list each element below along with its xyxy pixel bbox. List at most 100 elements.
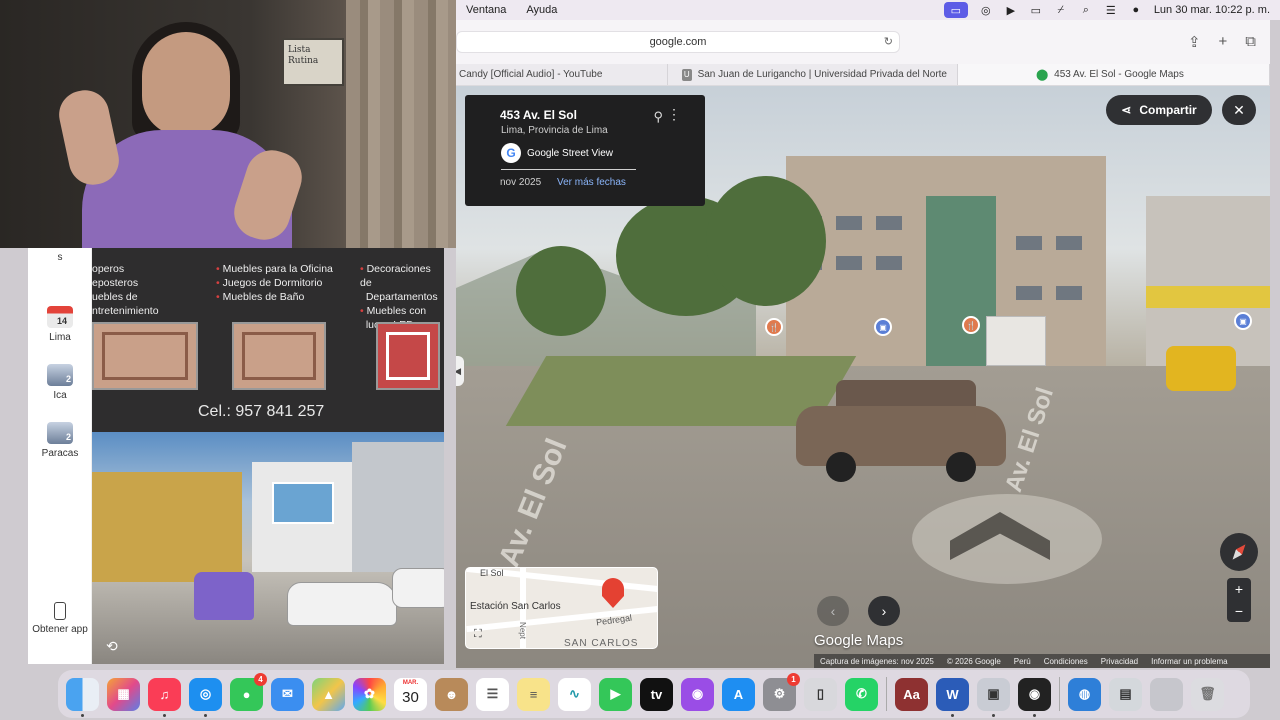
system-settings-icon[interactable]: ⚙ 1 — [763, 672, 800, 711]
iphone-mirroring-icon[interactable]: ▯ — [804, 677, 837, 711]
shop-poi-icon[interactable]: ▣ — [1234, 312, 1252, 330]
capture-info: Captura de imágenes: nov 2025 — [820, 656, 934, 666]
restaurant-poi-icon[interactable]: 🍴 — [765, 318, 783, 336]
menu-ayuda[interactable]: Ayuda — [516, 4, 567, 16]
preview-icon[interactable]: ▣ — [977, 677, 1010, 717]
phone-icon — [54, 602, 66, 620]
poster-column-2: • Muebles para la Oficina • Juegos de Do… — [216, 263, 333, 303]
search-icon[interactable]: ⌕ — [1079, 4, 1093, 16]
screen-share-icon[interactable]: ▭ — [943, 2, 968, 18]
reminders-icon[interactable]: ☰ — [476, 677, 509, 711]
music-icon[interactable]: ♫ — [148, 677, 181, 717]
zoom-control: + − — [1227, 578, 1251, 622]
contacts-icon[interactable]: ☻ — [435, 677, 468, 711]
control-center-icon[interactable]: ☰ — [1104, 4, 1118, 17]
move-forward-arrow[interactable] — [912, 494, 1102, 584]
downloads-stack-icon[interactable]: ▤ — [1109, 677, 1142, 711]
close-button[interactable]: ✕ — [1222, 95, 1256, 125]
expand-map-icon[interactable]: ⛶ — [474, 628, 482, 641]
mail-icon[interactable]: ✉ — [271, 677, 304, 711]
photos-icon[interactable]: ✿ — [353, 677, 386, 711]
dictionary-icon[interactable]: Aa — [895, 677, 928, 711]
previous-button[interactable]: ‹ — [817, 596, 849, 626]
menubar: Ventana Ayuda ▭ ◎ ▶ ▭ ⌿ ⌕ ☰ ● Lun 30 mar… — [456, 0, 1280, 20]
stage-manager-icon[interactable]: ◎ — [979, 4, 993, 17]
maps-icon[interactable]: ▲ — [312, 677, 345, 711]
street-view-canvas[interactable]: Av. El Sol Av. El Sol 🍴 ▣ 🍴 ▣ ◀ 453 Av. … — [456, 86, 1270, 668]
more-dates-link[interactable]: Ver más fechas — [557, 177, 626, 188]
sidebar-item-lima[interactable]: 14 Lima — [28, 306, 92, 343]
share-label: Compartir — [1139, 103, 1197, 117]
menubar-clock[interactable]: Lun 30 mar. 10:22 p. m. — [1154, 4, 1270, 16]
next-button[interactable]: › — [868, 596, 900, 626]
whatsapp-icon[interactable]: ✆ — [845, 677, 878, 711]
zoom-in-button[interactable]: + — [1235, 581, 1243, 597]
bus-poi-icon[interactable]: ▣ — [874, 318, 892, 336]
podcasts-icon[interactable]: ◉ — [681, 677, 714, 711]
tab-google-maps[interactable]: ⬤ 453 Av. El Sol - Google Maps — [958, 64, 1270, 85]
old-car — [796, 376, 1006, 486]
menu-ventana[interactable]: Ventana — [456, 4, 516, 16]
get-app-button[interactable]: Obtener app — [28, 602, 92, 635]
sidebar-item-paracas[interactable]: 2 Paracas — [28, 422, 92, 459]
share-button[interactable]: ⋖ Compartir — [1106, 95, 1212, 125]
copyright: © 2026 Google — [946, 656, 1001, 666]
sidebar-item-ica[interactable]: 2 Ica — [28, 364, 92, 401]
compass-icon[interactable] — [1220, 533, 1258, 571]
calendar-icon: 14 — [47, 306, 73, 328]
dock: ▦ ♫ ◎ ● 4 ✉ ▲ ✿ MAR. 30 ☻ ☰ ≡ ∿ ▶ tv ◉ A … — [58, 670, 1250, 718]
safari-icon[interactable]: ◎ — [189, 677, 222, 717]
calendar-icon[interactable]: MAR. 30 — [394, 677, 427, 711]
obs-icon[interactable]: ◉ — [1018, 677, 1051, 717]
apple-tv-icon[interactable]: tv — [640, 677, 673, 711]
tab-youtube[interactable]: Candy [Official Audio] - YouTube — [456, 64, 668, 85]
privacy-link[interactable]: Privacidad — [1101, 657, 1138, 666]
terms-link[interactable]: Condiciones — [1044, 657, 1088, 666]
presenter — [54, 20, 309, 248]
reload-icon[interactable]: ↻ — [884, 35, 893, 48]
zoom-out-button[interactable]: − — [1235, 603, 1243, 619]
stack-icon: 2 — [47, 364, 73, 386]
browser-toolbar: google.com ↻ ⇪ + ⧉ — [456, 20, 1270, 64]
google-logo-icon: G — [501, 143, 521, 163]
furniture-photo — [232, 322, 326, 390]
battery-icon[interactable]: ▭ — [1029, 4, 1043, 17]
curtain — [346, 0, 456, 248]
notes-icon[interactable]: ≡ — [517, 677, 550, 711]
facetime-icon[interactable]: ▶ — [599, 677, 632, 711]
tab-label: San Juan de Lurigancho | Universidad Pri… — [697, 69, 947, 80]
trash-icon[interactable]: 🗑 — [1191, 677, 1224, 711]
report-problem-link[interactable]: Informar un problema — [1151, 657, 1227, 666]
siri-icon[interactable]: ● — [1129, 4, 1143, 16]
more-options-icon[interactable]: ⋮ — [667, 106, 681, 123]
finder-icon[interactable] — [66, 677, 99, 717]
location-pin-icon[interactable]: ⚲ — [653, 109, 663, 125]
globe-folder-icon[interactable]: ◍ — [1068, 677, 1101, 711]
street-photo: ⟲ — [92, 432, 444, 664]
rotate-360-icon[interactable]: ⟲ — [106, 638, 118, 655]
share-icon[interactable]: ⇪ — [1188, 33, 1201, 51]
minimap-street-label: Nept — [517, 622, 527, 639]
word-icon[interactable]: W — [936, 677, 969, 717]
minimap[interactable]: El Sol Estación San Carlos Pedregal SAN … — [465, 567, 658, 649]
play-icon[interactable]: ▶ — [1004, 4, 1018, 17]
google-maps-logo: Google Maps — [814, 632, 904, 649]
webcam-overlay: Lista Rutina — [0, 0, 456, 248]
collapse-panel-button[interactable]: ◀ — [456, 356, 464, 386]
recent-files-stack-icon[interactable] — [1150, 677, 1183, 711]
restaurant-poi-icon[interactable]: 🍴 — [962, 316, 980, 334]
sidebar-item[interactable]: s — [28, 252, 92, 263]
messages-icon[interactable]: ● 4 — [230, 672, 267, 711]
wifi-off-icon[interactable]: ⌿ — [1054, 4, 1068, 16]
country-link[interactable]: Perú — [1014, 657, 1031, 666]
new-tab-icon[interactable]: + — [1219, 33, 1228, 51]
source-label: Google Street View — [527, 147, 613, 159]
tab-upn[interactable]: U San Juan de Lurigancho | Universidad P… — [668, 64, 958, 85]
address-bar[interactable]: google.com ↻ — [456, 31, 900, 53]
freeform-icon[interactable]: ∿ — [558, 677, 591, 711]
stack-icon: 2 — [47, 422, 73, 444]
minimap-street-label: El Sol — [480, 568, 504, 578]
tab-overview-icon[interactable]: ⧉ — [1245, 33, 1256, 51]
launchpad-icon[interactable]: ▦ — [107, 677, 140, 711]
app-store-icon[interactable]: A — [722, 677, 755, 711]
